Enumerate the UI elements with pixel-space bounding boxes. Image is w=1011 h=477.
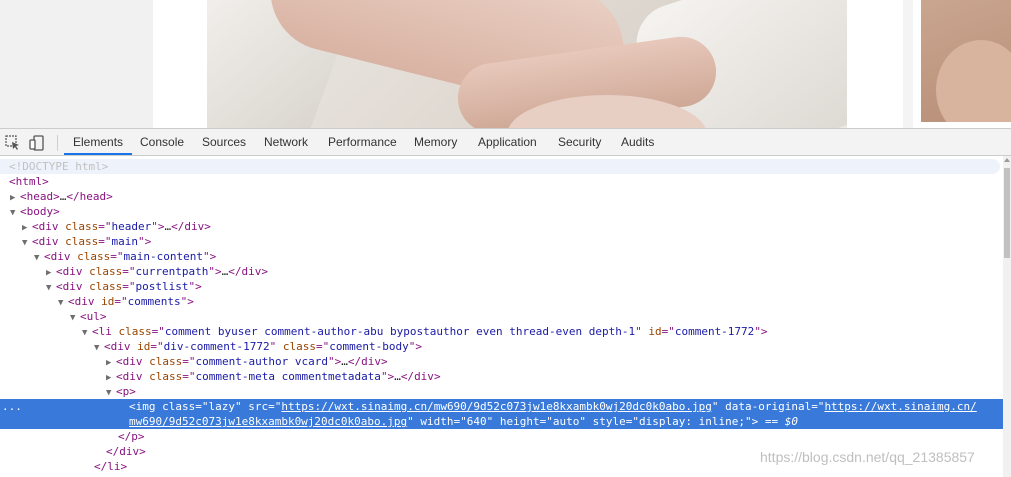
dom-node-div-close[interactable]: </div> [106,444,146,459]
collapse-arrow-icon: ▼ [10,208,16,218]
tab-console[interactable]: Console [140,129,184,156]
tab-performance[interactable]: Performance [328,129,397,156]
tab-application[interactable]: Application [478,129,537,156]
collapse-arrow-icon: ▼ [70,313,76,323]
active-tab-indicator [64,153,132,155]
devtools-toolbar: Elements Console Sources Network Perform… [0,128,1011,156]
dom-node-div-postlist[interactable]: ▼ <div class="postlist"> [46,279,202,294]
dom-node-ul[interactable]: ▼ <ul> [70,309,107,324]
img-src-link[interactable]: https://wxt.sinaimg.cn/mw690/9d52c073jw1… [281,400,711,413]
tab-sources[interactable]: Sources [202,129,246,156]
tab-memory[interactable]: Memory [414,129,457,156]
watermark: https://blog.csdn.net/qq_21385857 [760,449,975,465]
page-gutter [903,0,913,128]
collapse-arrow-icon: ▼ [58,298,64,308]
dom-node-doctype[interactable]: <!DOCTYPE html> [9,159,108,174]
page-left-margin [0,0,153,128]
dom-node-p[interactable]: ▼ <p> [106,384,136,399]
dom-node-head[interactable]: ▶ <head>…</head> [10,189,113,204]
dom-node-div-comment-body[interactable]: ▼ <div id="div-comment-1772" class="comme… [94,339,422,354]
collapse-arrow-icon: ▼ [46,283,52,293]
dom-node-div-currentpath[interactable]: ▶ <div class="currentpath">…</div> [46,264,268,279]
collapse-arrow-icon: ▼ [82,328,88,338]
inspect-element-icon[interactable] [4,134,22,152]
dom-node-li-comment[interactable]: ▼ <li class="comment byuser comment-autho… [82,324,768,339]
dom-node-body[interactable]: ▼ <body> [10,204,60,219]
tab-elements[interactable]: Elements [73,129,123,156]
dom-node-img-selected[interactable]: <img class="lazy" src="https://wxt.sinai… [129,399,977,414]
doctype-highlight [0,159,1000,174]
collapse-arrow-icon: ▼ [106,388,112,398]
web-page-viewport [0,0,1011,128]
dom-node-div-main[interactable]: ▼ <div class="main"> [22,234,151,249]
tab-audits[interactable]: Audits [621,129,654,156]
collapse-arrow-icon: ▼ [34,253,40,263]
device-toolbar-icon[interactable] [28,134,46,152]
elements-dom-tree[interactable]: <!DOCTYPE html> <html> ▶ <head>…</head> ▼… [0,156,1003,477]
img-data-original-link[interactable]: https://wxt.sinaimg.cn/ [824,400,976,413]
scrollbar-thumb[interactable] [1004,168,1010,258]
tab-security[interactable]: Security [558,129,601,156]
dom-node-html[interactable]: <html> [9,174,49,189]
dom-node-div-main-content[interactable]: ▼ <div class="main-content"> [34,249,216,264]
sidebar-photo [921,0,1011,122]
devtools-panel: Elements Console Sources Network Perform… [0,128,1011,477]
collapse-arrow-icon: ▼ [94,343,100,353]
post-photo [207,0,847,128]
selected-node-menu-dots[interactable]: ... [2,399,22,414]
collapse-arrow-icon: ▼ [22,238,28,248]
dom-node-div-comment-author[interactable]: ▶ <div class="comment-author vcard">…</di… [106,354,388,369]
toolbar-separator [57,135,58,151]
dom-node-div-comment-meta[interactable]: ▶ <div class="comment-meta commentmetadat… [106,369,441,384]
dom-node-div-comments[interactable]: ▼ <div id="comments"> [58,294,194,309]
scroll-up-arrow-icon[interactable] [1004,158,1010,162]
dom-node-div-header[interactable]: ▶ <div class="header">…</div> [22,219,211,234]
dom-node-p-close[interactable]: </p> [118,429,145,444]
dom-node-li-close[interactable]: </li> [94,459,127,474]
tab-network[interactable]: Network [264,129,308,156]
img-data-original-link-continued[interactable]: mw690/9d52c073jw1e8kxambk0wj20dc0k0abo.j… [129,415,407,428]
dom-node-img-selected-continued[interactable]: mw690/9d52c073jw1e8kxambk0wj20dc0k0abo.j… [129,414,798,429]
